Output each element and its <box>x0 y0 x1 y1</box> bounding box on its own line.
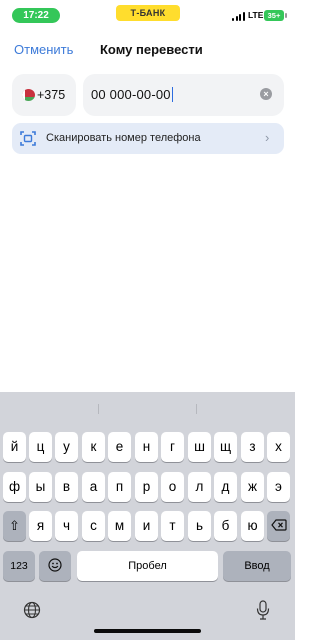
key[interactable]: а <box>82 472 105 502</box>
key[interactable]: и <box>135 511 158 541</box>
chevron-right-icon: › <box>265 130 270 145</box>
phone-value: 00 000-00-00 <box>91 87 171 102</box>
shift-icon[interactable]: ⇧ <box>3 511 26 541</box>
key[interactable]: т <box>161 511 184 541</box>
key[interactable]: я <box>29 511 52 541</box>
key[interactable]: в <box>55 472 78 502</box>
key[interactable]: с <box>82 511 105 541</box>
return-key[interactable]: Ввод <box>223 551 291 581</box>
clear-icon[interactable]: × <box>260 88 272 100</box>
page-title: Кому перевести <box>100 42 203 57</box>
key[interactable]: п <box>108 472 131 502</box>
network-label: LTE <box>248 10 264 20</box>
key[interactable]: к <box>82 432 105 462</box>
key[interactable]: ж <box>241 472 264 502</box>
battery-tip <box>285 13 287 18</box>
microphone-icon[interactable] <box>256 600 270 620</box>
country-code: +375 <box>37 88 66 102</box>
scan-label: Сканировать номер телефона <box>46 132 201 144</box>
key[interactable]: ю <box>241 511 264 541</box>
key[interactable]: н <box>135 432 158 462</box>
key[interactable]: г <box>161 432 184 462</box>
country-code-selector[interactable]: +375 <box>12 74 76 116</box>
suggestion-divider <box>98 404 99 414</box>
key[interactable]: ь <box>188 511 211 541</box>
belarus-flag-icon <box>22 89 35 101</box>
key[interactable]: й <box>3 432 26 462</box>
numbers-key[interactable]: 123 <box>3 551 35 581</box>
emoji-icon[interactable] <box>39 551 71 581</box>
phone-input[interactable]: 00 000-00-00 × <box>83 74 284 116</box>
key[interactable]: ш <box>188 432 211 462</box>
cancel-button[interactable]: Отменить <box>14 42 73 57</box>
key[interactable]: л <box>188 472 211 502</box>
key[interactable]: д <box>214 472 237 502</box>
key[interactable]: е <box>108 432 131 462</box>
key[interactable]: ы <box>29 472 52 502</box>
key[interactable]: ч <box>55 511 78 541</box>
space-key[interactable]: Пробел <box>77 551 218 581</box>
backspace-icon[interactable] <box>267 511 290 541</box>
battery-icon: 35+ <box>264 10 284 21</box>
home-indicator <box>94 629 201 633</box>
key[interactable]: б <box>214 511 237 541</box>
status-bar: 17:22 Т-БАНК LTE 35+ <box>0 0 295 26</box>
text-caret <box>171 87 174 102</box>
key[interactable]: щ <box>214 432 237 462</box>
signal-icon <box>232 12 246 21</box>
scan-icon <box>20 131 36 146</box>
key[interactable]: з <box>241 432 264 462</box>
status-time: 17:22 <box>12 8 60 23</box>
phone-input-text[interactable]: 00 000-00-00 <box>91 87 174 102</box>
key[interactable]: у <box>55 432 78 462</box>
key[interactable]: р <box>135 472 158 502</box>
key[interactable]: э <box>267 472 290 502</box>
scan-phone-button[interactable]: Сканировать номер телефона › <box>12 123 284 154</box>
key[interactable]: ц <box>29 432 52 462</box>
bank-badge: Т-БАНК <box>116 5 180 21</box>
globe-icon[interactable] <box>23 601 41 619</box>
key[interactable]: м <box>108 511 131 541</box>
suggestion-divider <box>196 404 197 414</box>
key[interactable]: о <box>161 472 184 502</box>
key[interactable]: ф <box>3 472 26 502</box>
key[interactable]: х <box>267 432 290 462</box>
